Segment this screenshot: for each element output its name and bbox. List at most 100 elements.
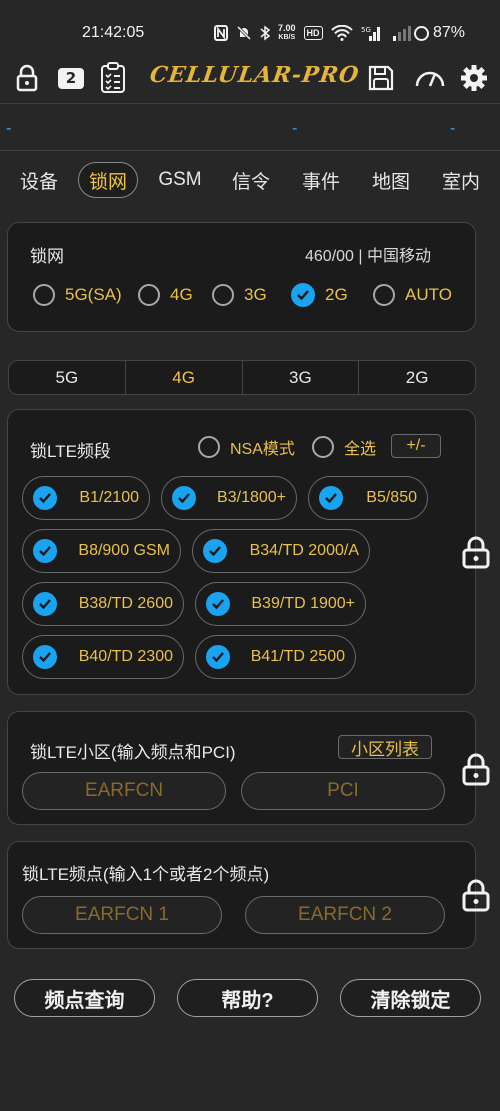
clear-lock-button[interactable]: 清除锁定: [340, 979, 481, 1017]
speedometer-icon: [415, 71, 445, 87]
band-label: B39/TD 1900+: [251, 595, 355, 612]
band-lock-icon[interactable]: [462, 535, 490, 569]
tab-lock-network[interactable]: 锁网: [78, 162, 138, 198]
freq-lock-title: 锁LTE频点(输入1个或者2个频点): [22, 865, 270, 884]
band-label: B38/TD 2600: [78, 595, 173, 612]
radio-label: AUTO: [405, 285, 452, 304]
band-label: B3/1800+: [217, 489, 286, 506]
plus-minus-button[interactable]: +/-: [391, 434, 441, 458]
save-button[interactable]: [366, 58, 396, 98]
battery-indicator: 87%: [414, 24, 465, 42]
band-b34[interactable]: B34/TD 2000/A: [192, 529, 370, 573]
pci-input[interactable]: PCI: [241, 772, 445, 810]
settings-button[interactable]: [458, 58, 490, 98]
check-icon: [203, 539, 227, 563]
radio-label: 5G(SA): [65, 285, 122, 304]
check-icon: [33, 645, 57, 669]
rat-tab-2g[interactable]: 2G: [359, 361, 475, 394]
band-label: B41/TD 2500: [250, 648, 345, 665]
lock-icon: [16, 64, 38, 92]
status-icons: 7.00 KB/S HD 5G: [214, 20, 413, 46]
check-icon: [33, 486, 57, 510]
tab-gsm[interactable]: GSM: [152, 162, 208, 198]
cell-lock-title: 锁LTE小区(输入频点和PCI): [30, 743, 236, 762]
radio-4g[interactable]: 4G: [138, 284, 193, 306]
band-label: B8/900 GSM: [78, 542, 170, 559]
earfcn-input[interactable]: EARFCN: [22, 772, 226, 810]
cell-lock-icon[interactable]: [462, 752, 490, 786]
wifi-icon: [330, 25, 353, 41]
info-dash-3: -: [450, 120, 456, 137]
svg-text:5G: 5G: [361, 26, 371, 34]
tab-indoor[interactable]: 室内: [434, 162, 488, 198]
info-divider: [0, 150, 500, 151]
band-b41[interactable]: B41/TD 2500: [195, 635, 356, 679]
speedometer-button[interactable]: [412, 58, 448, 98]
radio-circle: [198, 436, 220, 458]
band-b3[interactable]: B3/1800+: [161, 476, 297, 520]
radio-label: 4G: [170, 285, 193, 304]
radio-circle: [373, 284, 395, 306]
band-b38[interactable]: B38/TD 2600: [22, 582, 184, 626]
rat-tab-3g[interactable]: 3G: [243, 361, 360, 394]
nfc-icon: [214, 25, 228, 41]
app-logo: CELLULAR-PRO: [148, 62, 361, 88]
sim-slot-button[interactable]: 2: [56, 58, 86, 98]
speed-value: 7.00: [278, 23, 296, 33]
radio-circle: [312, 436, 334, 458]
check-icon: [206, 592, 230, 616]
band-b8[interactable]: B8/900 GSM: [22, 529, 181, 573]
radio-3g[interactable]: 3G: [212, 284, 267, 306]
check-icon: [291, 283, 315, 307]
sim-badge: 2: [58, 67, 84, 89]
radio-2g[interactable]: 2G: [291, 283, 348, 307]
status-bar: 21:42:05 7.00 KB/S HD 5G 87%: [0, 0, 500, 60]
radio-label: NSA模式: [230, 441, 295, 458]
band-b39[interactable]: B39/TD 1900+: [195, 582, 366, 626]
app-toolbar: 2 CELLULAR-PRO: [0, 58, 500, 102]
select-all-radio[interactable]: 全选: [312, 435, 376, 459]
frequency-query-button[interactable]: 频点查询: [14, 979, 155, 1017]
operator-info: 460/00 | 中国移动: [305, 248, 431, 265]
checklist-button[interactable]: [97, 58, 129, 98]
speed-unit: KB/S: [278, 34, 296, 41]
band-b1[interactable]: B1/2100: [22, 476, 150, 520]
radio-circle: [33, 284, 55, 306]
band-b40[interactable]: B40/TD 2300: [22, 635, 184, 679]
earfcn1-input[interactable]: EARFCN 1: [22, 896, 222, 934]
nsa-mode-radio[interactable]: NSA模式: [198, 435, 295, 459]
earfcn2-input[interactable]: EARFCN 2: [245, 896, 445, 934]
band-label: B34/TD 2000/A: [249, 542, 359, 559]
rat-tab-5g[interactable]: 5G: [9, 361, 126, 394]
tab-signaling[interactable]: 信令: [224, 162, 278, 198]
band-label: B1/2100: [79, 489, 139, 506]
gear-icon: [461, 65, 487, 91]
help-button[interactable]: 帮助?: [177, 979, 318, 1017]
tab-events[interactable]: 事件: [294, 162, 348, 198]
network-speed: 7.00 KB/S: [278, 24, 296, 42]
battery-icon: [414, 25, 429, 41]
rat-tab-4g[interactable]: 4G: [126, 361, 243, 394]
mute-bell-icon: [236, 25, 252, 41]
radio-5g-sa[interactable]: 5G(SA): [33, 284, 122, 306]
check-icon: [319, 486, 343, 510]
signal-weak-icon: [392, 26, 411, 41]
battery-percent: 87%: [433, 24, 466, 41]
radio-label: 全选: [344, 441, 377, 458]
check-icon: [206, 645, 230, 669]
check-icon: [33, 539, 57, 563]
radio-label: 3G: [244, 285, 267, 304]
tab-map[interactable]: 地图: [364, 162, 418, 198]
cell-list-button[interactable]: 小区列表: [338, 735, 432, 759]
band-b5[interactable]: B5/850: [308, 476, 428, 520]
check-icon: [33, 592, 57, 616]
info-dash-2: -: [292, 120, 298, 137]
radio-label: 2G: [325, 285, 348, 304]
tab-device[interactable]: 设备: [12, 162, 66, 198]
status-time: 21:42:05: [82, 24, 145, 41]
lock-network-title: 锁网: [30, 247, 64, 266]
lock-network-card: [7, 222, 476, 332]
freq-lock-icon[interactable]: [462, 878, 490, 912]
radio-auto[interactable]: AUTO: [373, 284, 452, 306]
lock-toolbar-button[interactable]: [12, 58, 42, 98]
